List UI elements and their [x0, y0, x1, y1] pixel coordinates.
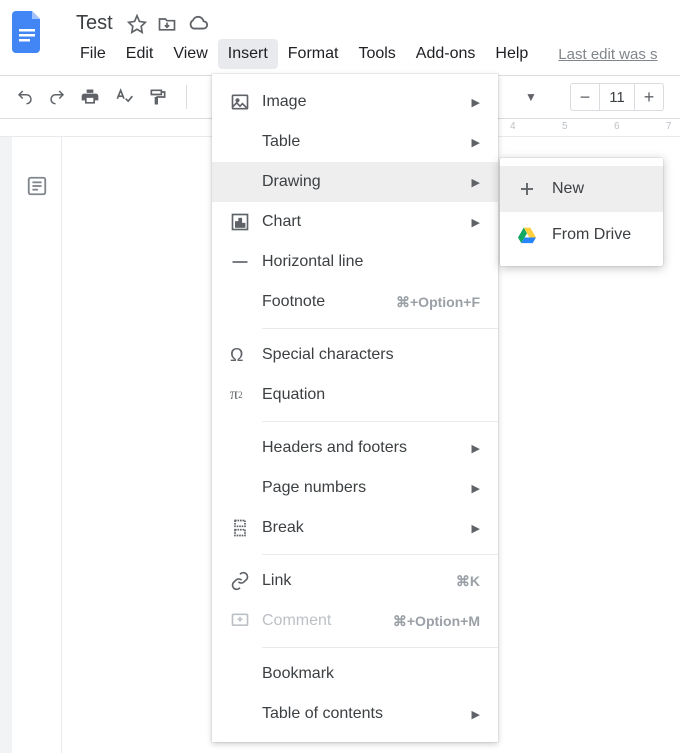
menu-label: Link: [262, 572, 456, 590]
drawing-new[interactable]: New: [500, 166, 663, 212]
submenu-label: New: [552, 180, 584, 198]
chevron-right-icon: ▶: [472, 442, 480, 455]
insert-footnote[interactable]: Footnote ⌘+Option+F: [212, 282, 498, 322]
menu-label: Drawing: [262, 173, 472, 191]
link-icon: [230, 571, 262, 591]
menu-label: Bookmark: [262, 665, 480, 683]
menu-tools[interactable]: Tools: [348, 39, 405, 69]
font-size-decrease[interactable]: −: [571, 84, 599, 110]
spellcheck-icon[interactable]: [114, 87, 134, 107]
ruler-mark: 7: [666, 121, 672, 132]
font-size-value[interactable]: 11: [599, 84, 635, 110]
omega-icon: Ω: [230, 345, 262, 366]
chevron-right-icon: ▶: [472, 176, 480, 189]
outline-rail: [12, 137, 62, 753]
insert-toc[interactable]: Table of contents ▶: [212, 694, 498, 734]
menu-label: Footnote: [262, 293, 396, 311]
menu-label: Table: [262, 133, 472, 151]
menu-view[interactable]: View: [163, 39, 217, 69]
insert-break[interactable]: Break ▶: [212, 508, 498, 548]
print-icon[interactable]: [80, 87, 100, 107]
drawing-from-drive[interactable]: From Drive: [500, 212, 663, 258]
last-edit-link[interactable]: Last edit was s: [558, 46, 657, 63]
undo-icon[interactable]: [16, 88, 34, 106]
menu-label: Horizontal line: [262, 253, 480, 271]
menu-separator: [262, 647, 498, 648]
break-icon: [230, 518, 262, 538]
pi-icon: π2: [230, 386, 262, 404]
plus-icon: [516, 180, 538, 198]
redo-icon[interactable]: [48, 88, 66, 106]
menu-separator: [262, 554, 498, 555]
menu-label: Chart: [262, 213, 472, 231]
menu-label: Image: [262, 93, 472, 111]
menu-label: Equation: [262, 386, 480, 404]
star-icon[interactable]: [127, 14, 147, 34]
chart-icon: [230, 212, 262, 232]
menu-separator: [262, 421, 498, 422]
outline-icon[interactable]: [26, 175, 48, 753]
menu-file[interactable]: File: [70, 39, 116, 69]
font-size-control: − 11 +: [570, 83, 664, 111]
chevron-right-icon: ▶: [472, 136, 480, 149]
menu-addons[interactable]: Add-ons: [406, 39, 486, 69]
insert-horizontal-line[interactable]: Horizontal line: [212, 242, 498, 282]
menubar: File Edit View Insert Format Tools Add-o…: [56, 39, 680, 75]
shortcut: ⌘+Option+M: [393, 613, 480, 630]
insert-comment: Comment ⌘+Option+M: [212, 601, 498, 641]
menu-insert[interactable]: Insert: [218, 39, 278, 69]
menu-label: Special characters: [262, 346, 480, 364]
insert-bookmark[interactable]: Bookmark: [212, 654, 498, 694]
drawing-submenu: New From Drive: [500, 158, 663, 266]
menu-label: Page numbers: [262, 479, 472, 497]
ruler-mark: 4: [510, 121, 516, 132]
chevron-right-icon: ▶: [472, 216, 480, 229]
image-icon: [230, 92, 262, 112]
menu-help[interactable]: Help: [485, 39, 538, 69]
insert-table[interactable]: Table ▶: [212, 122, 498, 162]
font-size-increase[interactable]: +: [635, 84, 663, 110]
insert-link[interactable]: Link ⌘K: [212, 561, 498, 601]
insert-headers-footers[interactable]: Headers and footers ▶: [212, 428, 498, 468]
document-title[interactable]: Test: [72, 10, 117, 37]
menu-separator: [262, 328, 498, 329]
submenu-label: From Drive: [552, 226, 631, 244]
insert-page-numbers[interactable]: Page numbers ▶: [212, 468, 498, 508]
shortcut: ⌘K: [456, 573, 480, 590]
insert-image[interactable]: Image ▶: [212, 82, 498, 122]
line-icon: [230, 252, 262, 272]
chevron-right-icon: ▶: [472, 522, 480, 535]
insert-drawing[interactable]: Drawing ▶: [212, 162, 498, 202]
docs-logo[interactable]: [8, 8, 48, 56]
paint-format-icon[interactable]: [148, 87, 168, 107]
menu-label: Comment: [262, 612, 393, 630]
ruler-mark: 6: [614, 121, 620, 132]
drive-icon: [516, 226, 538, 244]
menu-label: Break: [262, 519, 472, 537]
chevron-right-icon: ▶: [472, 482, 480, 495]
ruler-mark: 5: [562, 121, 568, 132]
toolbar-separator: [186, 85, 187, 109]
zoom-dropdown-icon[interactable]: ▼: [525, 90, 537, 104]
menu-label: Table of contents: [262, 705, 472, 723]
menu-format[interactable]: Format: [278, 39, 349, 69]
menu-label: Headers and footers: [262, 439, 472, 457]
shortcut: ⌘+Option+F: [396, 294, 480, 311]
cloud-icon[interactable]: [187, 14, 209, 34]
insert-equation[interactable]: π2 Equation: [212, 375, 498, 415]
move-icon[interactable]: [157, 14, 177, 34]
comment-icon: [230, 611, 262, 631]
insert-chart[interactable]: Chart ▶: [212, 202, 498, 242]
menu-edit[interactable]: Edit: [116, 39, 164, 69]
insert-special-chars[interactable]: Ω Special characters: [212, 335, 498, 375]
chevron-right-icon: ▶: [472, 96, 480, 109]
app-header: Test File Edit View Insert Format Tools …: [0, 0, 680, 75]
insert-menu-dropdown: Image ▶ Table ▶ Drawing ▶ Chart ▶ Horizo…: [212, 74, 498, 742]
chevron-right-icon: ▶: [472, 708, 480, 721]
